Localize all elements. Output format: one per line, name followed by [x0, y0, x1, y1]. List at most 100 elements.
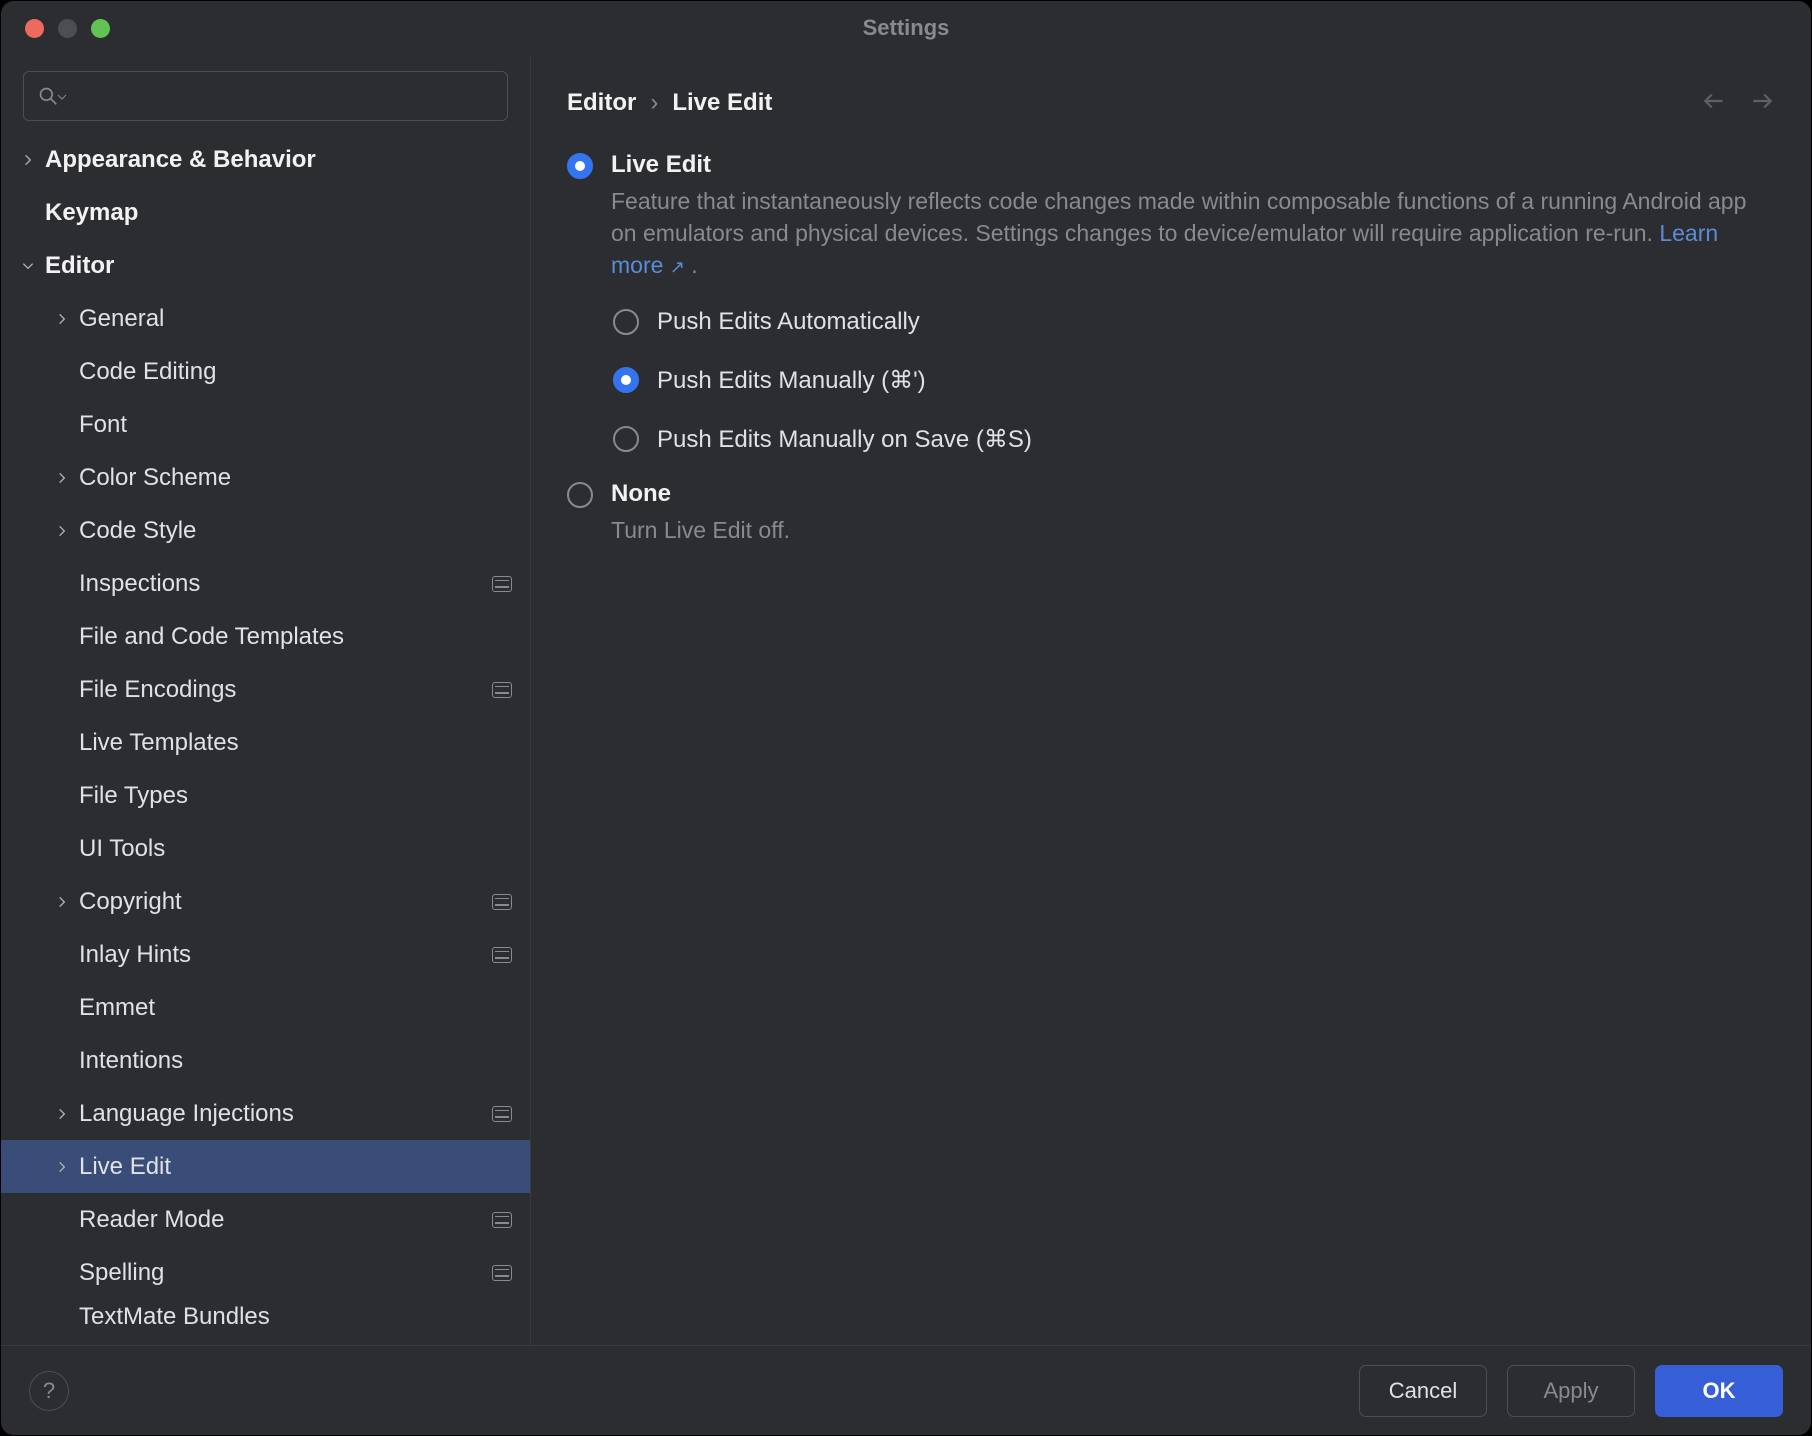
option-none-desc: Turn Live Edit off.: [611, 514, 790, 546]
sidebar-item-inspections[interactable]: Inspections: [1, 557, 530, 610]
sidebar-item-font[interactable]: Font: [1, 398, 530, 451]
project-scope-icon: [492, 1212, 512, 1228]
option-live-edit[interactable]: Live Edit Feature that instantaneously r…: [567, 151, 1775, 282]
content-body: Live Edit Feature that instantaneously r…: [531, 151, 1811, 1345]
live-edit-sub-options: Push Edits Automatically Push Edits Manua…: [613, 308, 1775, 454]
sub-option-2[interactable]: Push Edits Manually on Save (⌘S): [613, 425, 1775, 454]
sidebar-item-ui-tools[interactable]: UI Tools: [1, 822, 530, 875]
sidebar-item-label: UI Tools: [79, 837, 512, 861]
sub-option-1[interactable]: Push Edits Manually (⌘'): [613, 366, 1775, 395]
chevron-none-icon: [51, 1209, 73, 1231]
sub-option-label: Push Edits Manually (⌘'): [657, 366, 926, 395]
sidebar-item-code-editing[interactable]: Code Editing: [1, 345, 530, 398]
breadcrumb: Editor › Live Edit: [567, 89, 772, 117]
sidebar-item-label: Emmet: [79, 996, 512, 1020]
chevron-right-icon[interactable]: [51, 467, 73, 489]
settings-search-input[interactable]: [78, 82, 493, 110]
chevron-none-icon: [51, 785, 73, 807]
sidebar-item-label: Live Templates: [79, 731, 512, 755]
radio-sub-option-2[interactable]: [613, 426, 639, 452]
breadcrumb-sep: ›: [650, 89, 658, 117]
chevron-none-icon: [51, 1262, 73, 1284]
nav-forward-icon[interactable]: [1749, 88, 1775, 119]
project-scope-icon: [492, 894, 512, 910]
sidebar-item-appearance-behavior[interactable]: Appearance & Behavior: [1, 133, 530, 186]
sidebar-item-copyright[interactable]: Copyright: [1, 875, 530, 928]
option-live-edit-desc: Feature that instantaneously reflects co…: [611, 185, 1775, 282]
option-live-edit-title: Live Edit: [611, 151, 1775, 179]
chevron-right-icon[interactable]: [51, 308, 73, 330]
sidebar-item-editor[interactable]: Editor: [1, 239, 530, 292]
minimize-window-button[interactable]: [58, 19, 77, 38]
close-window-button[interactable]: [25, 19, 44, 38]
project-scope-icon: [492, 682, 512, 698]
sidebar-item-label: Reader Mode: [79, 1208, 492, 1232]
sidebar-item-label: Inspections: [79, 572, 492, 596]
radio-sub-option-1[interactable]: [613, 367, 639, 393]
settings-sidebar: Appearance & Behavior Keymap Editor General…: [1, 55, 531, 1345]
project-scope-icon: [492, 947, 512, 963]
sidebar-item-label: Live Edit: [79, 1155, 512, 1179]
sidebar-item-label: Editor: [45, 254, 512, 278]
sidebar-item-label: File and Code Templates: [79, 625, 512, 649]
chevron-right-icon[interactable]: [51, 520, 73, 542]
sidebar-item-file-encodings[interactable]: File Encodings: [1, 663, 530, 716]
breadcrumb-part[interactable]: Editor: [567, 89, 636, 117]
sidebar-item-spelling[interactable]: Spelling: [1, 1246, 530, 1299]
content-header: Editor › Live Edit: [531, 55, 1811, 151]
sidebar-item-color-scheme[interactable]: Color Scheme: [1, 451, 530, 504]
sidebar-item-label: Language Injections: [79, 1102, 492, 1126]
sidebar-item-intentions[interactable]: Intentions: [1, 1034, 530, 1087]
sidebar-item-label: Code Editing: [79, 360, 512, 384]
settings-tree[interactable]: Appearance & Behavior Keymap Editor General…: [1, 133, 530, 1345]
sidebar-item-code-style[interactable]: Code Style: [1, 504, 530, 557]
sidebar-item-general[interactable]: General: [1, 292, 530, 345]
chevron-none-icon: [51, 626, 73, 648]
radio-live-edit[interactable]: [567, 153, 593, 179]
sidebar-item-live-edit[interactable]: Live Edit: [1, 1140, 530, 1193]
chevron-right-icon[interactable]: [17, 149, 39, 171]
chevron-none-icon: [51, 1305, 73, 1327]
sidebar-item-inlay-hints[interactable]: Inlay Hints: [1, 928, 530, 981]
sidebar-item-label: Appearance & Behavior: [45, 148, 512, 172]
chevron-right-icon[interactable]: [51, 1156, 73, 1178]
sidebar-item-file-and-code-templates[interactable]: File and Code Templates: [1, 610, 530, 663]
sidebar-item-label: Copyright: [79, 890, 492, 914]
chevron-none-icon: [51, 573, 73, 595]
sidebar-item-language-injections[interactable]: Language Injections: [1, 1087, 530, 1140]
nav-back-icon[interactable]: [1701, 88, 1727, 119]
sidebar-item-emmet[interactable]: Emmet: [1, 981, 530, 1034]
sidebar-item-keymap[interactable]: Keymap: [1, 186, 530, 239]
chevron-none-icon: [51, 732, 73, 754]
sidebar-item-label: Inlay Hints: [79, 943, 492, 967]
option-none[interactable]: None Turn Live Edit off.: [567, 480, 1775, 546]
chevron-right-icon[interactable]: [51, 891, 73, 913]
sidebar-item-file-types[interactable]: File Types: [1, 769, 530, 822]
project-scope-icon: [492, 1106, 512, 1122]
sidebar-item-live-templates[interactable]: Live Templates: [1, 716, 530, 769]
cancel-button[interactable]: Cancel: [1359, 1365, 1487, 1417]
search-icon: [38, 86, 58, 106]
window-body: Appearance & Behavior Keymap Editor General…: [1, 55, 1811, 1345]
sub-option-0[interactable]: Push Edits Automatically: [613, 308, 1775, 336]
sidebar-item-label: Color Scheme: [79, 466, 512, 490]
help-button[interactable]: ?: [29, 1371, 69, 1411]
external-link-icon: ↗: [670, 257, 685, 277]
settings-search[interactable]: [23, 71, 508, 121]
radio-sub-option-0[interactable]: [613, 309, 639, 335]
chevron-none-icon: [51, 997, 73, 1019]
settings-content: Editor › Live Edit: [531, 55, 1811, 1345]
sidebar-item-label: Font: [79, 413, 512, 437]
chevron-right-icon[interactable]: [51, 1103, 73, 1125]
ok-button[interactable]: OK: [1655, 1365, 1783, 1417]
sidebar-item-textmate-bundles[interactable]: TextMate Bundles: [1, 1299, 530, 1333]
chevron-down-icon[interactable]: [17, 255, 39, 277]
chevron-none-icon: [51, 1050, 73, 1072]
option-none-title: None: [611, 480, 790, 508]
chevron-none-icon: [17, 202, 39, 224]
sidebar-item-reader-mode[interactable]: Reader Mode: [1, 1193, 530, 1246]
zoom-window-button[interactable]: [91, 19, 110, 38]
radio-none[interactable]: [567, 482, 593, 508]
apply-button[interactable]: Apply: [1507, 1365, 1635, 1417]
sub-option-label: Push Edits Manually on Save (⌘S): [657, 425, 1032, 454]
